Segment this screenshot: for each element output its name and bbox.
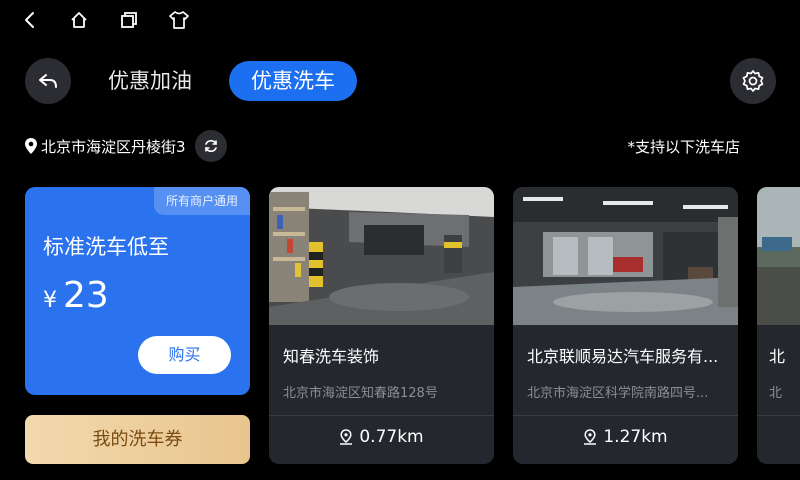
refresh-location-button[interactable] bbox=[195, 130, 227, 162]
shop-photo bbox=[269, 187, 494, 325]
back-button[interactable] bbox=[25, 58, 71, 104]
promo-price-row: ¥ 23 bbox=[43, 275, 109, 316]
shop-photo bbox=[513, 187, 738, 325]
promo-card: 所有商户通用 标准洗车低至 ¥ 23 购买 bbox=[25, 187, 250, 395]
distance-pin-icon bbox=[584, 429, 597, 445]
shop-card[interactable]: 知春洗车装饰 北京市海淀区知春路128号 0.77km bbox=[269, 187, 494, 464]
tab-discount-fuel[interactable]: 优惠加油 bbox=[108, 61, 192, 101]
divider bbox=[513, 415, 738, 416]
shop-name: 知春洗车装饰 bbox=[283, 347, 380, 366]
support-note: *支持以下洗车店 bbox=[627, 138, 740, 156]
promo-badge: 所有商户通用 bbox=[153, 187, 250, 215]
shop-name: 北京联顺易达汽车服务有... bbox=[527, 347, 719, 366]
buy-button[interactable]: 购买 bbox=[138, 336, 231, 374]
recent-apps-icon[interactable] bbox=[117, 8, 141, 32]
gear-icon bbox=[742, 70, 764, 92]
location-label: 北京市海淀区丹棱街3 bbox=[24, 134, 186, 158]
shop-photo bbox=[757, 187, 800, 325]
settings-button[interactable] bbox=[730, 58, 776, 104]
location-pin-icon bbox=[25, 138, 37, 154]
shirt-icon[interactable] bbox=[167, 8, 191, 32]
shop-distance-value: 1.27km bbox=[603, 427, 668, 447]
shop-card[interactable]: 北京联顺易达汽车服务有... 北京市海淀区科学院南路四号... 1.27km bbox=[513, 187, 738, 464]
shop-name: 北 bbox=[769, 347, 786, 366]
chevron-left-icon[interactable] bbox=[18, 8, 42, 32]
home-icon[interactable] bbox=[67, 8, 91, 32]
distance-pin-icon bbox=[340, 429, 353, 445]
currency-symbol: ¥ bbox=[43, 288, 57, 313]
divider bbox=[757, 415, 800, 416]
shop-address: 北京市海淀区知春路128号 bbox=[283, 386, 438, 401]
promo-price: 23 bbox=[63, 275, 109, 316]
divider bbox=[269, 415, 494, 416]
location-text: 北京市海淀区丹棱街3 bbox=[41, 137, 186, 156]
reply-arrow-icon bbox=[39, 74, 57, 88]
shop-distance: 1.27km bbox=[513, 427, 738, 447]
promo-title: 标准洗车低至 bbox=[43, 235, 169, 259]
shop-address: 北 bbox=[769, 386, 783, 401]
refresh-icon bbox=[205, 140, 217, 152]
shop-distance-value: 0.77km bbox=[359, 427, 424, 447]
shop-card-partial[interactable]: 北 北 bbox=[757, 187, 800, 464]
my-carwash-coupon-button[interactable]: 我的洗车券 bbox=[25, 415, 250, 464]
tab-discount-carwash[interactable]: 优惠洗车 bbox=[229, 61, 357, 101]
shop-address: 北京市海淀区科学院南路四号... bbox=[527, 386, 709, 401]
shop-distance: 0.77km bbox=[269, 427, 494, 447]
